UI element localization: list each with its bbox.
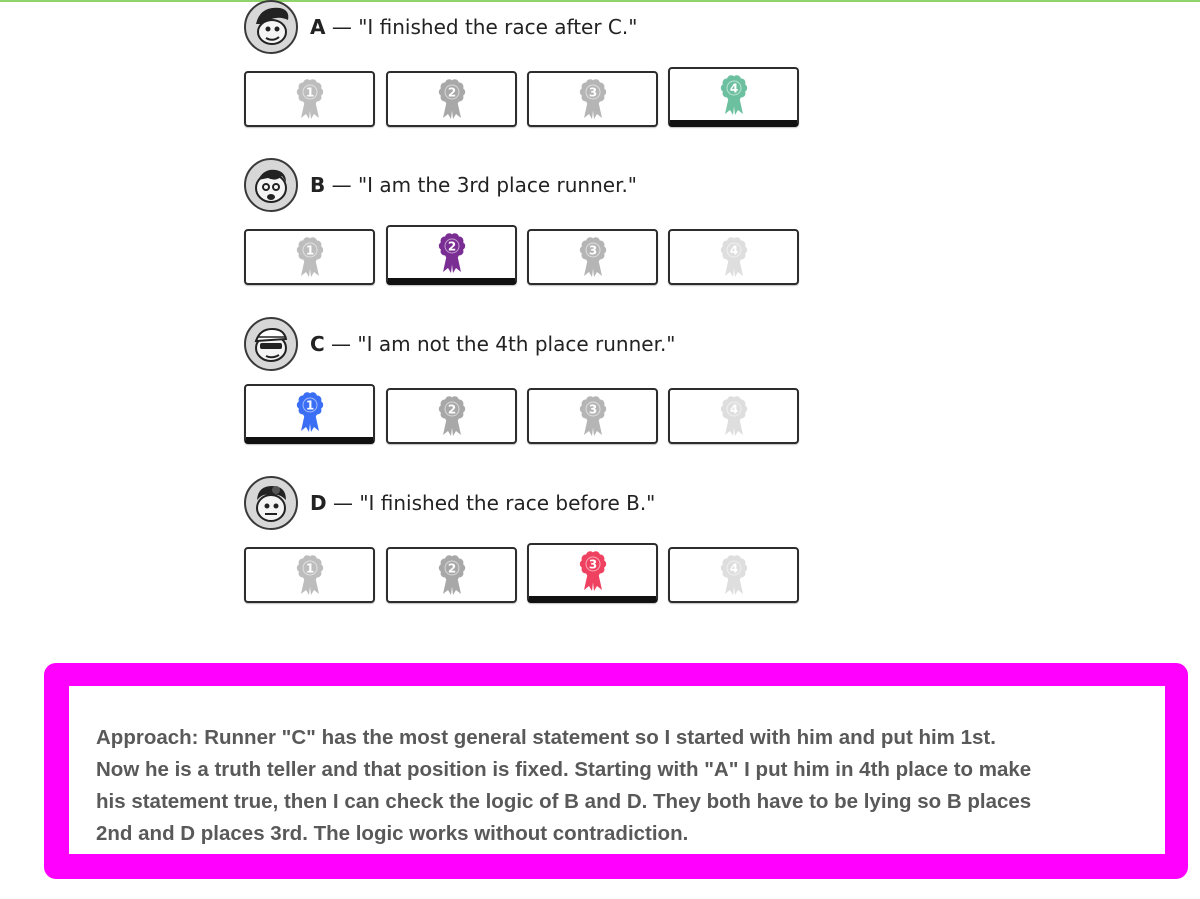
runner-a-avatar [244,0,298,54]
cartoon-face-icon [255,169,287,203]
ribbon-award-icon: 3 [579,396,606,436]
ribbon-number: 2 [447,86,455,100]
ribbon-award-icon: 2 [438,555,465,595]
ribbon-award-icon: 4 [720,237,747,277]
approach-text: Approach: Runner "C" has the most genera… [96,722,1176,850]
runner-letter: B [310,173,326,197]
runner-letter: D [310,491,327,515]
runner-c-block: C — "I am not the 4th place runner." 1 2 3… [244,317,804,457]
statement-text: — "I finished the race after C." [325,15,638,39]
ribbon-award-icon: 4 [720,396,747,436]
runner-d-place-4-button[interactable]: 4 [668,547,799,603]
approach-line: 2nd and D places 3rd. The logic works wi… [96,822,689,845]
runner-c-avatar [244,317,298,371]
runner-a-statement: A — "I finished the race after C." [310,15,637,39]
runner-b-statement: B — "I am the 3rd place runner." [310,173,637,197]
ribbon-number: 4 [729,244,737,258]
runner-c-place-3-button[interactable]: 3 [527,388,658,444]
cartoon-face-icon [254,327,288,362]
ribbon-award-icon: 4 [720,74,747,115]
runner-d-place-1-button[interactable]: 1 [244,547,375,603]
ribbon-award-icon: 1 [296,237,323,277]
statement-text: — "I am not the 4th place runner." [324,332,676,356]
ribbon-number: 3 [588,86,596,100]
cartoon-face-icon [256,486,286,522]
runner-c-place-2-button[interactable]: 2 [386,388,517,444]
ribbon-award-icon: 2 [438,396,465,436]
runner-d-block: D — "I finished the race before B." 1 2 3 4 [244,476,804,616]
cartoon-face-icon [256,7,289,45]
ribbon-number: 1 [305,562,313,576]
ribbon-award-icon: 1 [296,391,323,432]
ribbon-award-icon: 3 [579,550,606,591]
runner-b-place-1-button[interactable]: 1 [244,229,375,285]
runner-b-place-3-button[interactable]: 3 [527,229,658,285]
runner-d-place-3-button[interactable]: 3 [527,543,658,603]
ribbon-number: 1 [305,86,313,100]
runner-b-place-2-button[interactable]: 2 [386,225,517,285]
approach-highlight-frame: Approach: Runner "C" has the most genera… [44,663,1188,879]
ribbon-number: 4 [729,562,737,576]
runner-letter: C [310,332,325,356]
ribbon-number: 3 [588,557,596,571]
ribbon-number: 1 [305,244,313,258]
statement-text: — "I am the 3rd place runner." [325,173,638,197]
statement-text: — "I finished the race before B." [326,491,656,515]
ribbon-number: 4 [729,81,737,95]
approach-line: Now he is a truth teller and that positi… [96,758,1032,781]
runner-c-statement: C — "I am not the 4th place runner." [310,332,676,356]
approach-box: Approach: Runner "C" has the most genera… [69,686,1165,854]
runner-d-place-2-button[interactable]: 2 [386,547,517,603]
runner-a-place-2-button[interactable]: 2 [386,71,517,127]
ribbon-award-icon: 2 [438,79,465,119]
runner-b-avatar [244,158,298,212]
ribbon-award-icon: 1 [296,79,323,119]
runner-a-block: A — "I finished the race after C." 1 2 3 4 [244,0,804,140]
ribbon-number: 4 [729,403,737,417]
ribbon-award-icon: 1 [296,555,323,595]
ribbon-number: 2 [447,239,455,253]
runner-letter: A [310,15,326,39]
ribbon-number: 3 [588,403,596,417]
runner-d-statement: D — "I finished the race before B." [310,491,655,515]
ribbon-number: 2 [447,562,455,576]
runner-a-place-1-button[interactable]: 1 [244,71,375,127]
runner-c-place-1-button[interactable]: 1 [244,384,375,444]
ribbon-number: 3 [588,244,596,258]
approach-line: his statement true, then I can check the… [96,790,1032,813]
ribbon-award-icon: 3 [579,237,606,277]
ribbon-number: 1 [305,398,313,412]
runner-b-place-4-button[interactable]: 4 [668,229,799,285]
approach-line: Approach: Runner "C" has the most genera… [96,726,996,749]
runner-c-place-4-button[interactable]: 4 [668,388,799,444]
runner-b-block: B — "I am the 3rd place runner." 1 2 3 4 [244,158,804,298]
runner-a-place-4-button[interactable]: 4 [668,67,799,127]
ribbon-number: 2 [447,403,455,417]
ribbon-award-icon: 3 [579,79,606,119]
runner-a-place-3-button[interactable]: 3 [527,71,658,127]
ribbon-award-icon: 4 [720,555,747,595]
ribbon-award-icon: 2 [438,232,465,273]
runner-d-avatar [244,476,298,530]
